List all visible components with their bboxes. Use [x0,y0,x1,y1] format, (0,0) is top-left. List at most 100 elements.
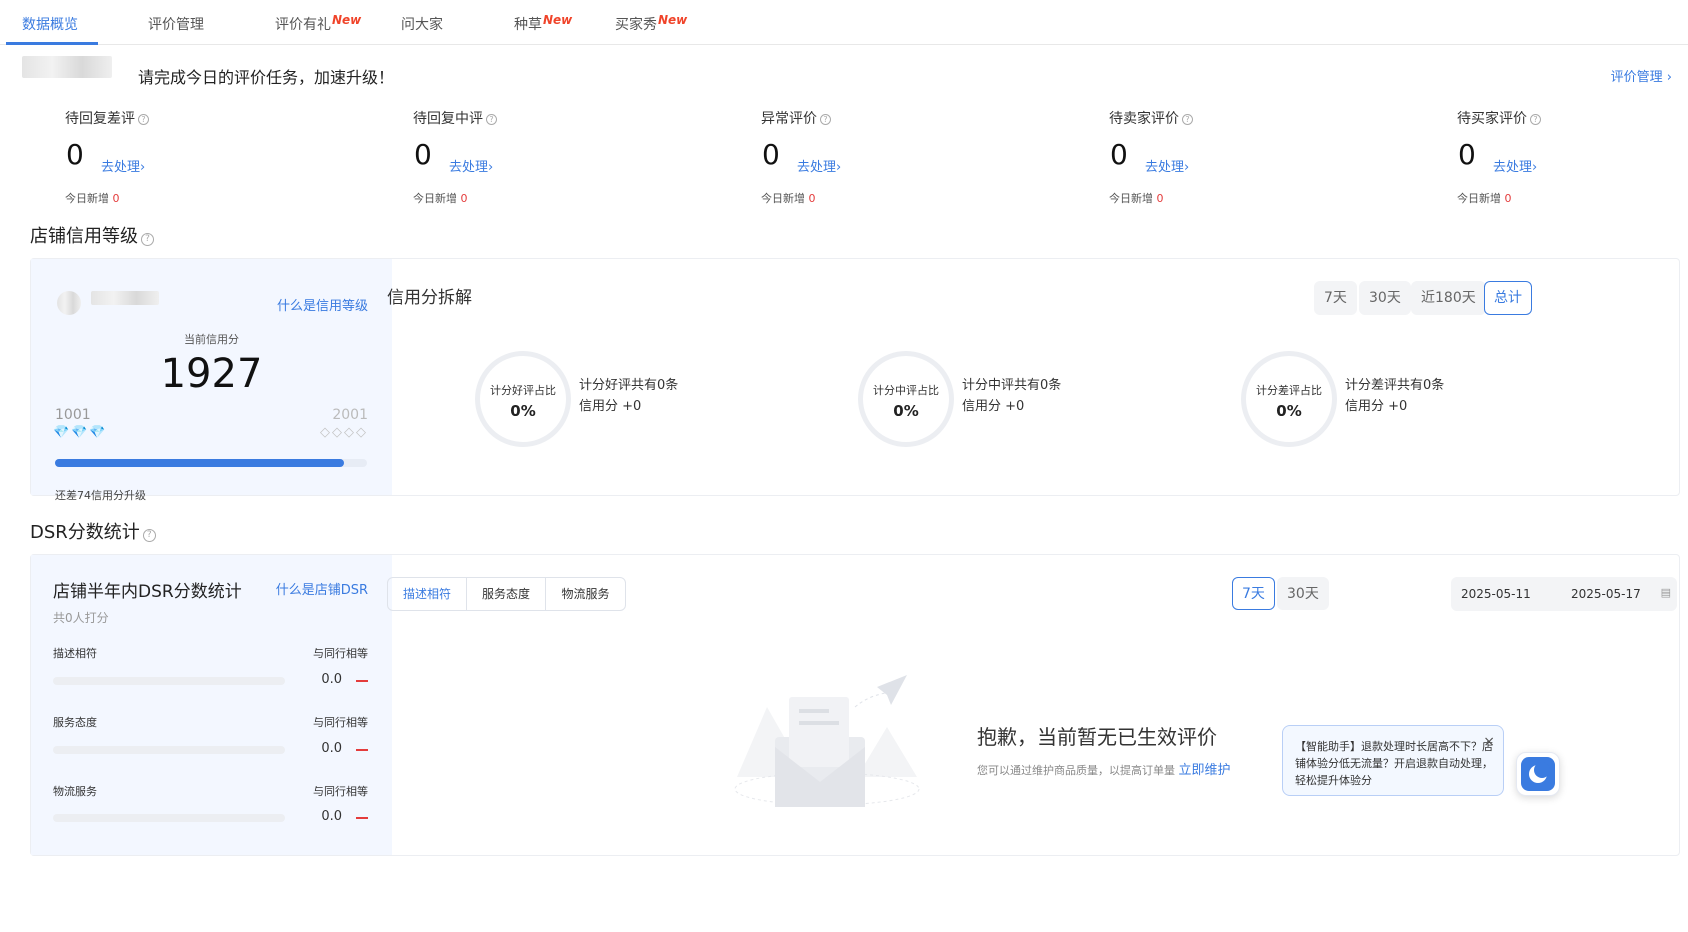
help-icon[interactable]: ? [486,114,497,125]
stat-process-link[interactable]: 去处理› [797,156,841,175]
diamond-icon: 💎💎💎 [53,425,108,440]
assistant-float-button[interactable] [1516,752,1560,796]
stat-sub: 今日新增 0 [1109,190,1164,206]
current-credit-label: 当前信用分 [184,333,239,346]
credit-level-panel: 什么是信用等级 当前信用分 1927 1001 2001 💎💎💎 ◇◇◇◇ 还差… [31,259,392,502]
dsr-score-bar [53,746,285,754]
help-icon[interactable]: ? [142,529,156,542]
tab-seeding[interactable]: 种草 New [514,13,572,34]
stat-sub: 今日新增 0 [761,190,816,206]
help-icon[interactable]: ? [138,114,149,125]
section-title-text: 店铺信用等级 [30,226,138,247]
stat-process-link[interactable]: 去处理› [449,156,493,175]
tab-buyer-show[interactable]: 买家秀 New [615,13,687,34]
stat-process-link[interactable]: 去处理› [101,156,145,175]
stat-sub-value: 0 [112,192,120,205]
ring-label: 计分差评占比 [1256,384,1322,397]
ring-value: 0% [1276,402,1302,420]
stat-process-link[interactable]: 去处理› [1145,156,1189,175]
tab-label: 数据概览 [22,17,78,33]
dsr-score-value: 0.0 [321,741,342,756]
dsr-section-title: DSR分数统计? [30,518,156,544]
greeting-text: 请完成今日的评价任务，加速升级！ [138,68,395,87]
dsr-row-compare: 与同行相等 [313,647,368,660]
period-180d-button[interactable]: 近180天 [1411,281,1486,315]
date-end: 2025-05-17 [1571,587,1641,601]
equal-dash-icon [356,749,368,751]
dsr-row-compare: 与同行相等 [313,785,368,798]
diamond-outline-icon: ◇◇◇◇ [320,425,368,440]
ring-label: 计分中评占比 [873,384,939,397]
dsr-score-bar [53,814,285,822]
dsr-stats-panel: 店铺半年内DSR分数统计 什么是店铺DSR 共0人打分 描述相符 与同行相等 0… [31,555,392,855]
period-7d-button[interactable]: 7天 [1314,281,1357,315]
empty-state-subtitle: 您可以通过维护商品质量，以提高订单量 立即维护 [977,759,1231,778]
blurred-level-name [91,291,159,305]
credit-progress-bar [55,459,367,467]
tab-service-attitude[interactable]: 服务态度 [467,578,546,610]
maintain-now-link[interactable]: 立即维护 [1179,763,1231,778]
tab-review-management[interactable]: 评价管理 [148,14,204,34]
ring-line2: 信用分 +0 [1345,399,1408,414]
credit-breakdown-title: 信用分拆解 [387,288,472,308]
stat-sub: 今日新增 0 [413,190,468,206]
avatar [57,291,81,315]
credit-score: 1927 [160,351,263,397]
period-30d-button[interactable]: 30天 [1359,281,1411,315]
credit-card: 什么是信用等级 当前信用分 1927 1001 2001 💎💎💎 ◇◇◇◇ 还差… [30,258,1680,502]
review-management-link[interactable]: 评价管理 › [1611,66,1672,85]
ring-line2: 信用分 +0 [579,399,642,414]
active-tab-indicator [6,42,98,45]
stat-sub: 今日新增 0 [1457,190,1512,206]
stat-sub-label: 今日新增 [761,192,805,205]
stat-title: 待卖家评价 [1109,111,1179,127]
credit-section-title: 店铺信用等级? [30,222,154,248]
stat-value: 0 [414,138,432,171]
section-title-text: DSR分数统计 [30,522,140,543]
tab-data-overview[interactable]: 数据概览 [22,14,78,34]
dsr-score-value: 0.0 [321,809,342,824]
smart-assistant-tip: 【智能助手】退款处理时长居高不下？店铺体验分低无流量？开启退款自动处理，轻松提升… [1282,725,1504,796]
empty-sub-text: 您可以通过维护商品质量，以提高订单量 [977,764,1175,777]
help-icon[interactable]: ? [1182,114,1193,125]
what-is-credit-link[interactable]: 什么是信用等级 [277,295,368,314]
ring-line1: 计分中评共有0条 [962,378,1062,393]
good-review-ring: 计分好评占比 0% [475,351,571,447]
stat-sub-label: 今日新增 [1109,192,1153,205]
ring-value: 0% [510,402,536,420]
top-tab-bar: 数据概览 评价管理 评价有礼 New 问大家 种草 New 买家秀 New [0,0,1688,45]
equal-dash-icon [356,817,368,819]
stat-sub-label: 今日新增 [413,192,457,205]
dsr-period-7d-button[interactable]: 7天 [1232,577,1275,610]
range-low: 1001 [55,407,91,423]
equal-dash-icon [356,680,368,682]
close-icon[interactable]: × [1483,734,1495,751]
stat-value: 0 [1458,138,1476,171]
help-icon[interactable]: ? [820,114,831,125]
date-range-picker[interactable]: 2025-05-11 2025-05-17 ▤ [1451,577,1677,611]
tab-label: 种草 [514,17,542,33]
tab-description-match[interactable]: 描述相符 [388,578,467,610]
dsr-rating-count: 共0人打分 [53,611,109,625]
tab-review-gifts[interactable]: 评价有礼 New [275,13,361,34]
negative-review-ring: 计分差评占比 0% [1241,351,1337,447]
empty-state-title: 抱歉，当前暂无已生效评价 [977,725,1217,749]
what-is-dsr-link[interactable]: 什么是店铺DSR [276,579,368,598]
credit-remaining-text: 还差74信用分升级 [55,489,146,502]
period-total-button[interactable]: 总计 [1484,281,1532,315]
help-icon[interactable]: ? [1530,114,1541,125]
stat-abnormal-review: 异常评价? 0 去处理› 今日新增 0 [761,108,961,208]
help-icon[interactable]: ? [141,233,154,246]
ring-value: 0% [893,402,919,420]
calendar-icon: ▤ [1660,586,1671,599]
ring-line1: 计分好评共有0条 [579,378,679,393]
stat-process-link[interactable]: 去处理› [1493,156,1537,175]
dsr-dimension-tabs: 描述相符 服务态度 物流服务 [387,577,626,611]
stat-pending-buyer: 待买家评价? 0 去处理› 今日新增 0 [1457,108,1657,208]
dsr-period-30d-button[interactable]: 30天 [1277,577,1329,610]
dsr-card: 店铺半年内DSR分数统计 什么是店铺DSR 共0人打分 描述相符 与同行相等 0… [30,554,1680,856]
stat-sub-label: 今日新增 [65,192,109,205]
tab-ask-everyone[interactable]: 问大家 [401,14,443,34]
stat-sub-value: 0 [460,192,468,205]
tab-logistics-service[interactable]: 物流服务 [546,578,625,610]
